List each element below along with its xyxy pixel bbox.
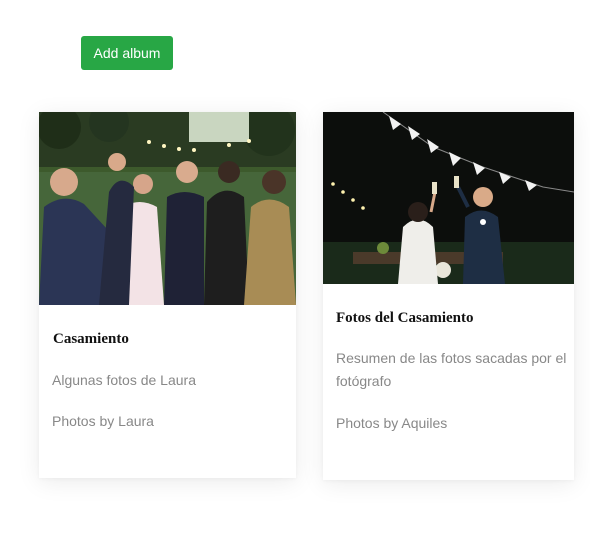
album-title: Fotos del Casamiento [336,310,474,326]
add-album-button[interactable]: Add album [81,36,173,70]
album-cover-image [323,112,574,284]
album-cover-image [39,112,296,305]
album-card[interactable]: Fotos del Casamiento Resumen de las foto… [323,112,574,480]
albums-page: Add album Casamiento Algunas fotos de La… [0,0,590,537]
album-title: Casamiento [53,331,129,347]
album-author: Photos by Laura [52,413,154,429]
album-description: Algunas fotos de Laura [52,372,196,388]
album-author: Photos by Aquiles [336,415,448,431]
album-description: Resumen de las fotos sacadas por el fotó… [336,350,567,389]
album-card[interactable]: Casamiento Algunas fotos de Laura Photos… [39,112,296,478]
